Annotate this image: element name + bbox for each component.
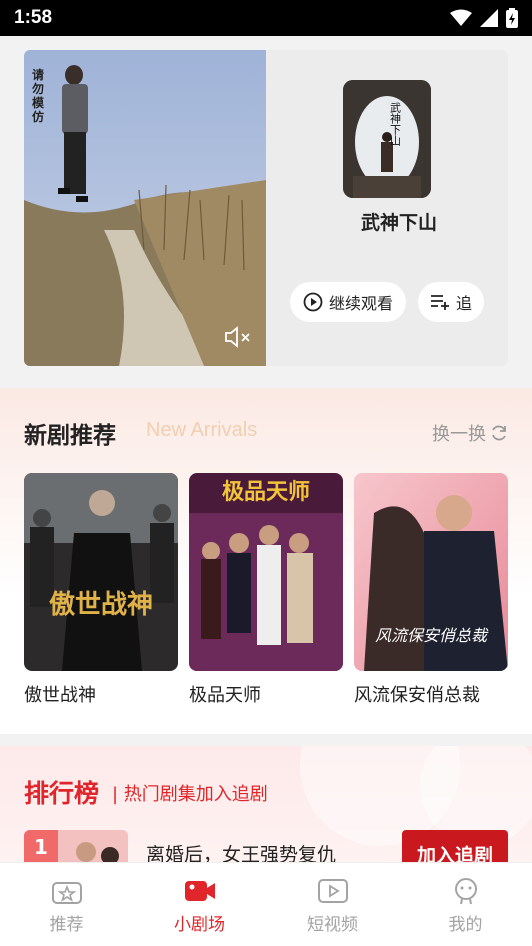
- status-time: 1:58: [14, 7, 53, 28]
- drama-title: 武神下山: [360, 212, 437, 234]
- cover-title-text: 极品天师: [222, 479, 310, 505]
- new-arrivals-title: 新剧推荐: [24, 423, 116, 449]
- playlist-add-icon: [430, 295, 449, 310]
- continue-watching-label: 继续观看: [328, 294, 393, 313]
- drama-card-name: 风流保安俏总裁: [354, 685, 480, 706]
- drama-cover: 傲世战神: [24, 473, 178, 671]
- status-bar: 1:58: [0, 0, 532, 36]
- continue-watching-button[interactable]: 继续观看: [290, 282, 406, 322]
- mute-icon[interactable]: [224, 326, 252, 348]
- drama-cover: 极品天师: [189, 473, 343, 671]
- signal-icon: [480, 9, 498, 27]
- wifi-icon: [450, 9, 472, 26]
- tab-label: 我的: [448, 915, 483, 935]
- cover-title-text: 风流保安俏总裁: [375, 626, 489, 645]
- bottom-tab-bar: 推荐 小剧场 短视频 我的: [0, 862, 532, 946]
- drama-cover: 风流保安俏总裁: [354, 473, 508, 671]
- drama-card[interactable]: 傲世战神 傲世战神: [24, 473, 178, 707]
- video-preview[interactable]: 请勿模仿: [24, 50, 266, 366]
- drama-card[interactable]: 极品天师 极品天师: [189, 473, 343, 707]
- follow-label: 追: [455, 294, 472, 313]
- new-arrivals-subtitle: New Arrivals: [146, 419, 258, 441]
- rank-number: 1: [24, 830, 58, 864]
- tab-label: 推荐: [49, 915, 84, 935]
- short-video-icon: [317, 879, 348, 903]
- cover-title-text: 傲世战神: [49, 589, 153, 620]
- drama-card-name: 傲世战神: [24, 685, 96, 706]
- video-watermark: 请勿模仿: [32, 68, 45, 124]
- ranking-title: 排行榜: [24, 779, 100, 808]
- drama-card[interactable]: 风流保安俏总裁 风流保安俏总裁: [354, 473, 508, 707]
- profile-icon: [454, 878, 477, 905]
- tab-profile[interactable]: 我的: [399, 863, 532, 946]
- drama-card-name: 极品天师: [189, 685, 261, 706]
- tab-recommend[interactable]: 推荐: [0, 863, 133, 946]
- follow-button[interactable]: 追: [418, 282, 484, 322]
- theater-camera-icon: [184, 881, 215, 901]
- tab-label: 短视频: [307, 915, 358, 935]
- play-circle-icon: [303, 292, 323, 312]
- drama-poster[interactable]: 武神下山: [343, 80, 431, 198]
- refresh-label: 换一换: [432, 424, 486, 445]
- status-icons: [450, 8, 518, 28]
- refresh-button[interactable]: 换一换: [432, 420, 508, 446]
- tab-short-video[interactable]: 短视频: [266, 863, 399, 946]
- continue-watching-card: 请勿模仿 武神下山 武神下山 继续观看 追: [24, 50, 508, 366]
- ranking-subtitle: | 热门剧集加入追剧: [112, 784, 268, 805]
- tab-theater[interactable]: 小剧场: [133, 863, 266, 946]
- refresh-icon: [492, 425, 506, 441]
- tab-label: 小剧场: [174, 915, 225, 935]
- new-arrivals-section: 新剧推荐 New Arrivals 换一换 傲世战神 傲世战神 极品天师 极品天…: [0, 388, 532, 734]
- recommend-icon: [51, 882, 82, 904]
- poster-title-text: 武神下山: [389, 102, 402, 146]
- battery-icon: [506, 8, 518, 28]
